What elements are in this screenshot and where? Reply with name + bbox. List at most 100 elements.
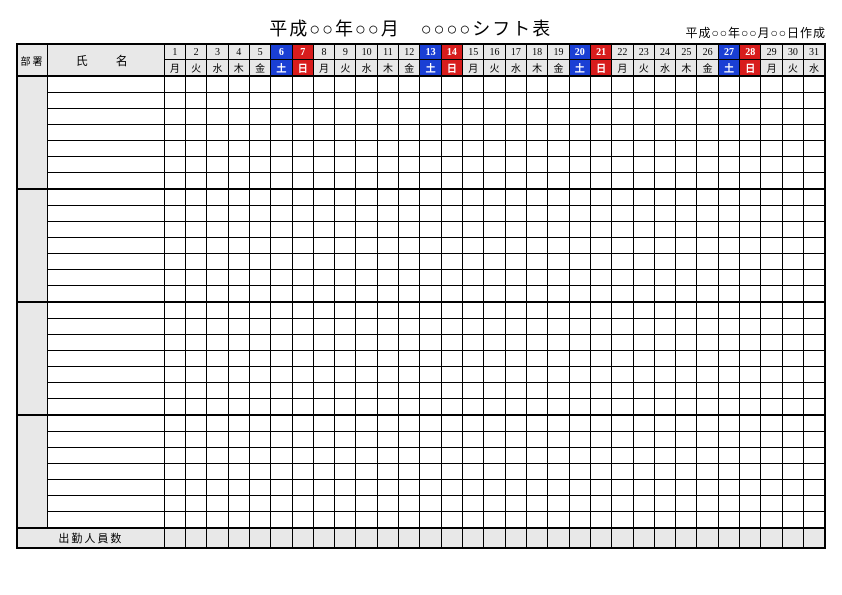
shift-cell[interactable] — [356, 335, 377, 351]
shift-cell[interactable] — [761, 448, 782, 464]
shift-cell[interactable] — [654, 157, 675, 173]
shift-cell[interactable] — [633, 383, 654, 399]
shift-cell[interactable] — [633, 206, 654, 222]
shift-cell[interactable] — [228, 125, 249, 141]
shift-cell[interactable] — [463, 302, 484, 319]
shift-cell[interactable] — [292, 335, 313, 351]
shift-cell[interactable] — [441, 351, 462, 367]
shift-cell[interactable] — [782, 286, 803, 303]
shift-cell[interactable] — [313, 286, 334, 303]
shift-cell[interactable] — [377, 109, 398, 125]
shift-cell[interactable] — [185, 125, 206, 141]
name-cell[interactable] — [47, 367, 164, 383]
shift-cell[interactable] — [420, 480, 441, 496]
shift-cell[interactable] — [441, 238, 462, 254]
shift-cell[interactable] — [761, 302, 782, 319]
shift-cell[interactable] — [313, 448, 334, 464]
shift-cell[interactable] — [761, 125, 782, 141]
shift-cell[interactable] — [804, 448, 825, 464]
shift-cell[interactable] — [526, 319, 547, 335]
shift-cell[interactable] — [185, 254, 206, 270]
shift-cell[interactable] — [548, 189, 569, 206]
shift-cell[interactable] — [207, 286, 228, 303]
shift-cell[interactable] — [505, 464, 526, 480]
shift-cell[interactable] — [740, 464, 761, 480]
shift-cell[interactable] — [484, 286, 505, 303]
shift-cell[interactable] — [718, 206, 739, 222]
shift-cell[interactable] — [249, 254, 270, 270]
name-cell[interactable] — [47, 93, 164, 109]
shift-cell[interactable] — [505, 286, 526, 303]
shift-cell[interactable] — [313, 93, 334, 109]
shift-cell[interactable] — [505, 480, 526, 496]
shift-cell[interactable] — [718, 399, 739, 416]
shift-cell[interactable] — [505, 76, 526, 93]
shift-cell[interactable] — [335, 512, 356, 529]
shift-cell[interactable] — [292, 448, 313, 464]
shift-cell[interactable] — [505, 157, 526, 173]
shift-cell[interactable] — [249, 302, 270, 319]
shift-cell[interactable] — [590, 173, 611, 190]
shift-cell[interactable] — [676, 448, 697, 464]
shift-cell[interactable] — [420, 448, 441, 464]
name-cell[interactable] — [47, 448, 164, 464]
shift-cell[interactable] — [761, 238, 782, 254]
shift-cell[interactable] — [377, 157, 398, 173]
shift-cell[interactable] — [761, 335, 782, 351]
shift-cell[interactable] — [697, 270, 718, 286]
shift-cell[interactable] — [676, 399, 697, 416]
shift-cell[interactable] — [399, 399, 420, 416]
shift-cell[interactable] — [313, 399, 334, 416]
shift-cell[interactable] — [782, 319, 803, 335]
shift-cell[interactable] — [441, 270, 462, 286]
shift-cell[interactable] — [761, 109, 782, 125]
shift-cell[interactable] — [526, 496, 547, 512]
shift-cell[interactable] — [313, 335, 334, 351]
shift-cell[interactable] — [164, 206, 185, 222]
shift-cell[interactable] — [164, 399, 185, 416]
shift-cell[interactable] — [676, 173, 697, 190]
shift-cell[interactable] — [249, 480, 270, 496]
shift-cell[interactable] — [548, 286, 569, 303]
attendance-count-cell[interactable] — [207, 528, 228, 548]
attendance-count-cell[interactable] — [804, 528, 825, 548]
attendance-count-cell[interactable] — [335, 528, 356, 548]
shift-cell[interactable] — [484, 173, 505, 190]
shift-cell[interactable] — [590, 270, 611, 286]
shift-cell[interactable] — [335, 464, 356, 480]
shift-cell[interactable] — [228, 302, 249, 319]
shift-cell[interactable] — [590, 367, 611, 383]
shift-cell[interactable] — [782, 415, 803, 432]
shift-cell[interactable] — [548, 93, 569, 109]
shift-cell[interactable] — [654, 125, 675, 141]
shift-cell[interactable] — [484, 432, 505, 448]
shift-cell[interactable] — [548, 254, 569, 270]
shift-cell[interactable] — [377, 496, 398, 512]
shift-cell[interactable] — [548, 173, 569, 190]
shift-cell[interactable] — [292, 157, 313, 173]
shift-cell[interactable] — [569, 367, 590, 383]
shift-cell[interactable] — [271, 319, 292, 335]
shift-cell[interactable] — [697, 399, 718, 416]
shift-cell[interactable] — [569, 270, 590, 286]
shift-cell[interactable] — [676, 432, 697, 448]
name-cell[interactable] — [47, 383, 164, 399]
attendance-count-cell[interactable] — [505, 528, 526, 548]
shift-cell[interactable] — [249, 367, 270, 383]
shift-cell[interactable] — [399, 351, 420, 367]
shift-cell[interactable] — [718, 286, 739, 303]
name-cell[interactable] — [47, 286, 164, 303]
name-cell[interactable] — [47, 76, 164, 93]
shift-cell[interactable] — [356, 383, 377, 399]
shift-cell[interactable] — [228, 464, 249, 480]
shift-cell[interactable] — [505, 173, 526, 190]
shift-cell[interactable] — [697, 302, 718, 319]
shift-cell[interactable] — [164, 496, 185, 512]
shift-cell[interactable] — [505, 141, 526, 157]
shift-cell[interactable] — [249, 222, 270, 238]
shift-cell[interactable] — [740, 512, 761, 529]
shift-cell[interactable] — [740, 351, 761, 367]
shift-cell[interactable] — [399, 206, 420, 222]
shift-cell[interactable] — [228, 93, 249, 109]
shift-cell[interactable] — [164, 76, 185, 93]
